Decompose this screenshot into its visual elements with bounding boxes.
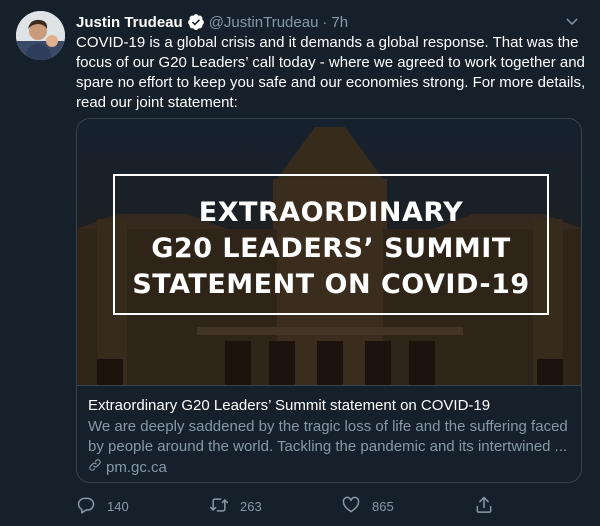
chevron-down-icon[interactable] <box>564 14 580 34</box>
separator-dot: · <box>322 13 328 31</box>
share-icon <box>474 495 494 518</box>
card-domain-text: pm.gc.ca <box>106 459 167 476</box>
author-name[interactable]: Justin Trudeau <box>76 14 183 31</box>
timestamp[interactable]: 7h <box>331 14 348 31</box>
link-icon <box>88 458 106 478</box>
action-bar: 140 263 865 <box>76 494 516 518</box>
author-handle[interactable]: @JustinTrudeau <box>209 14 319 31</box>
card-image-line: G20 Leaders’ Summit <box>151 233 511 264</box>
tweet[interactable]: Justin Trudeau @JustinTrudeau · 7h COVID… <box>0 0 600 526</box>
card-title[interactable]: Extraordinary G20 Leaders’ Summit statem… <box>88 396 570 416</box>
share-button[interactable] <box>474 495 494 518</box>
like-icon <box>341 495 361 518</box>
card-description: We are deeply saddened by the tragic los… <box>88 418 568 455</box>
avatar[interactable] <box>16 11 65 60</box>
card-body[interactable]: Extraordinary G20 Leaders’ Summit statem… <box>77 385 581 482</box>
reply-button[interactable]: 140 <box>76 495 129 518</box>
link-card[interactable]: Extraordinary G20 Leaders’ Summit Statem… <box>76 118 582 483</box>
card-image-heading: Extraordinary G20 Leaders’ Summit Statem… <box>115 195 547 303</box>
retweet-button[interactable]: 263 <box>209 495 262 518</box>
card-image-line: Extraordinary <box>198 197 464 228</box>
tweet-header: Justin Trudeau @JustinTrudeau · 7h <box>76 11 584 33</box>
tweet-text: COVID-19 is a global crisis and it deman… <box>76 34 586 111</box>
verified-badge-icon <box>187 13 205 31</box>
retweet-icon <box>209 495 229 518</box>
like-button[interactable]: 865 <box>341 495 394 518</box>
retweet-count: 263 <box>240 498 262 514</box>
card-domain[interactable]: pm.gc.ca <box>88 458 570 478</box>
like-count: 865 <box>372 498 394 514</box>
reply-icon <box>76 495 96 518</box>
card-image-line: Statement on COVID-19 <box>132 269 530 300</box>
card-image[interactable]: Extraordinary G20 Leaders’ Summit Statem… <box>77 119 581 385</box>
reply-count: 140 <box>107 498 129 514</box>
